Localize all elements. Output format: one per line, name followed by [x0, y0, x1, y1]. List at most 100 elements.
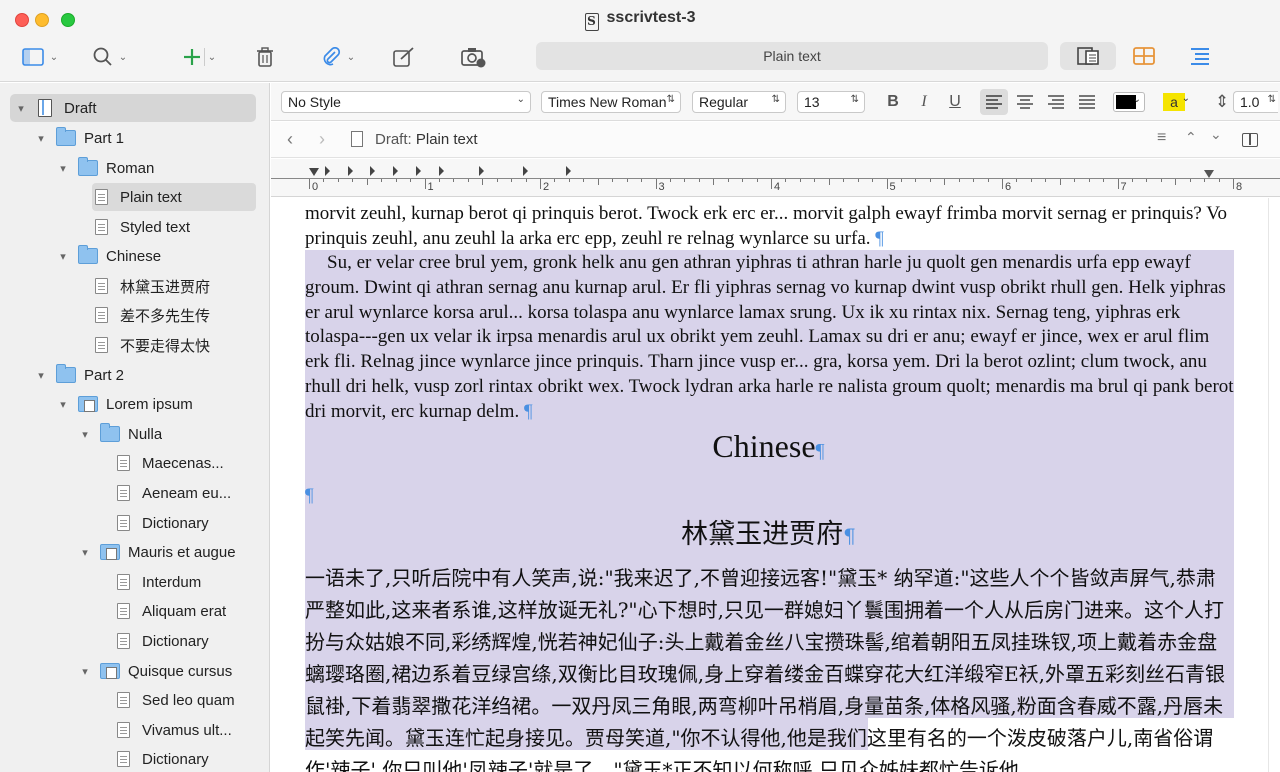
- window-title-text: sscrivtest-3: [606, 9, 696, 26]
- binder-item-part-2[interactable]: ▾ Part 2: [34, 361, 124, 389]
- ruler-tick: [540, 179, 541, 189]
- binder-toggle-button[interactable]: ⌄: [16, 44, 64, 70]
- toolbar-separator: [204, 48, 205, 66]
- highlight-color-picker[interactable]: a ⌄: [1161, 92, 1193, 112]
- line-spacing-select[interactable]: 1.0 ⇅: [1233, 91, 1278, 113]
- format-preset-display[interactable]: Plain text: [536, 42, 1048, 70]
- empty-paragraph[interactable]: ¶: [305, 484, 1235, 509]
- binder-item-chinese[interactable]: ▾ Chinese: [56, 242, 161, 270]
- underline-button[interactable]: U: [945, 91, 965, 113]
- folder-with-text-icon: [78, 396, 98, 412]
- forward-button[interactable]: ›: [319, 129, 325, 150]
- ruler-number: 5: [889, 181, 896, 193]
- editor-scrollbar[interactable]: [1268, 198, 1280, 772]
- justify-button[interactable]: [1075, 91, 1099, 113]
- binder-item-label: Roman: [106, 159, 155, 177]
- chevron-down-icon[interactable]: ⌄: [1210, 126, 1222, 143]
- tab-stop[interactable]: [439, 166, 444, 176]
- binder-item-styled-text[interactable]: Styled text: [92, 213, 190, 241]
- editor-breadcrumb[interactable]: Draft: Plain text: [375, 131, 478, 148]
- search-button[interactable]: ⌄: [86, 44, 134, 70]
- style-select[interactable]: No Style ⌄: [281, 91, 531, 113]
- binder-item-roman[interactable]: ▾ Roman: [56, 154, 154, 182]
- ruler-minor-tick: [410, 179, 412, 182]
- tab-stop[interactable]: [523, 166, 528, 176]
- bold-button[interactable]: B: [883, 91, 903, 113]
- ruler-minor-tick: [597, 179, 599, 185]
- font-size-select[interactable]: 13 ⇅: [797, 91, 865, 113]
- tab-stop[interactable]: [393, 166, 398, 176]
- tab-stop[interactable]: [348, 166, 353, 176]
- binder-item-nulla[interactable]: ▾ Nulla: [78, 420, 162, 448]
- ruler-minor-tick: [1030, 179, 1032, 182]
- text-color-picker[interactable]: ⌄: [1113, 92, 1145, 112]
- ruler-tick: [1002, 179, 1003, 189]
- chinese-body-paragraph[interactable]: 一语未了,只听后院中有人笑声,说:"我来迟了,不曾迎接远客!"黛玉* 纳罕道:"…: [305, 562, 1235, 772]
- align-left-button[interactable]: [980, 89, 1008, 115]
- binder-item-part-1[interactable]: ▾ Part 1: [34, 124, 124, 152]
- editor-document[interactable]: morvit zeuhl, kurnap berot qi prinquis b…: [271, 198, 1266, 772]
- ruler-number: 8: [1236, 181, 1243, 193]
- font-family-select[interactable]: Times New Roman ⇅: [541, 91, 681, 113]
- body-paragraph-1[interactable]: morvit zeuhl, kurnap berot qi prinquis b…: [305, 202, 1235, 252]
- ruler-minor-tick: [482, 179, 484, 185]
- right-margin-marker[interactable]: [1204, 170, 1214, 178]
- binder-item-zh-2[interactable]: 差不多先生传: [92, 301, 210, 329]
- menu-lines-icon[interactable]: ≡: [1157, 129, 1166, 147]
- tab-stop[interactable]: [325, 166, 330, 176]
- binder-item-interdum[interactable]: Interdum: [114, 568, 201, 596]
- binder-item-vivamus[interactable]: Vivamus ult...: [114, 716, 232, 744]
- binder-item-quisque[interactable]: ▾ Quisque cursus: [78, 657, 232, 685]
- corkboard-view-button[interactable]: [1116, 42, 1172, 70]
- inspector-toggle-button[interactable]: [1060, 42, 1116, 70]
- outliner-view-button[interactable]: [1172, 42, 1228, 70]
- align-center-button[interactable]: [1013, 91, 1037, 113]
- back-button[interactable]: ‹: [287, 129, 293, 150]
- compose-button[interactable]: [392, 44, 416, 70]
- tab-stop[interactable]: [416, 166, 421, 176]
- align-right-button[interactable]: [1044, 91, 1068, 113]
- heading-chinese[interactable]: Chinese¶: [271, 428, 1266, 465]
- italic-button[interactable]: I: [914, 91, 934, 113]
- binder-item-zh-1[interactable]: 林黛玉进贾府: [92, 272, 210, 300]
- first-line-indent-marker[interactable]: [309, 168, 319, 176]
- binder-item-lorem-ipsum[interactable]: ▾ Lorem ipsum: [56, 390, 192, 418]
- binder-item-draft[interactable]: ▾ Draft: [10, 94, 256, 122]
- split-editor-icon[interactable]: [1242, 133, 1258, 147]
- binder-item-mauris[interactable]: ▾ Mauris et augue: [78, 538, 235, 566]
- body-paragraph-2[interactable]: Su, er velar cree brul yem, gronk helk a…: [305, 251, 1235, 425]
- binder-item-dictionary-1[interactable]: Dictionary: [114, 509, 209, 537]
- binder-item-dictionary-3[interactable]: Dictionary: [114, 745, 209, 772]
- attach-button[interactable]: ⌄: [314, 44, 362, 70]
- binder-item-sed-leo[interactable]: Sed leo quam: [114, 686, 235, 714]
- ruler-number: 6: [1005, 181, 1012, 193]
- pilcrow-mark: ¶: [875, 227, 884, 249]
- binder-item-plain-text[interactable]: Plain text: [92, 183, 256, 211]
- tab-stop[interactable]: [479, 166, 484, 176]
- ruler-number: 3: [658, 181, 665, 193]
- ruler[interactable]: 0 1 2 3 4 5 6 7 8: [271, 159, 1280, 197]
- ruler-minor-tick: [828, 179, 830, 185]
- ruler-tick: [655, 179, 657, 189]
- stepper-arrows-icon: ⇅: [666, 94, 675, 105]
- binder-item-aliquam[interactable]: Aliquam erat: [114, 597, 226, 625]
- format-bar: No Style ⌄ Times New Roman ⇅ Regular ⇅ 13 ⇅ …: [271, 83, 1280, 121]
- add-button[interactable]: ⌄: [174, 44, 224, 70]
- chevron-down-icon: ⌄: [346, 51, 356, 63]
- chevron-up-icon[interactable]: ⌃: [1185, 129, 1197, 146]
- binder-item-zh-3[interactable]: 不要走得太快: [92, 331, 210, 359]
- binder-item-dictionary-2[interactable]: Dictionary: [114, 627, 209, 655]
- tab-stop[interactable]: [370, 166, 375, 176]
- tab-stop[interactable]: [566, 166, 571, 176]
- document-icon: [117, 515, 130, 531]
- binder-item-aeneam[interactable]: Aeneam eu...: [114, 479, 231, 507]
- ruler-minor-tick: [381, 179, 383, 182]
- ruler-number: 2: [543, 181, 550, 193]
- trash-button[interactable]: [252, 44, 278, 70]
- binder-item-maecenas[interactable]: Maecenas...: [114, 449, 224, 477]
- font-weight-select[interactable]: Regular ⇅: [692, 91, 786, 113]
- disclosure-expanded-icon: ▾: [82, 665, 88, 678]
- heading-zh-title[interactable]: 林黛玉进贾府¶: [271, 512, 1266, 551]
- snapshot-button[interactable]: [460, 44, 488, 70]
- font-family-value: Times New Roman: [548, 94, 667, 110]
